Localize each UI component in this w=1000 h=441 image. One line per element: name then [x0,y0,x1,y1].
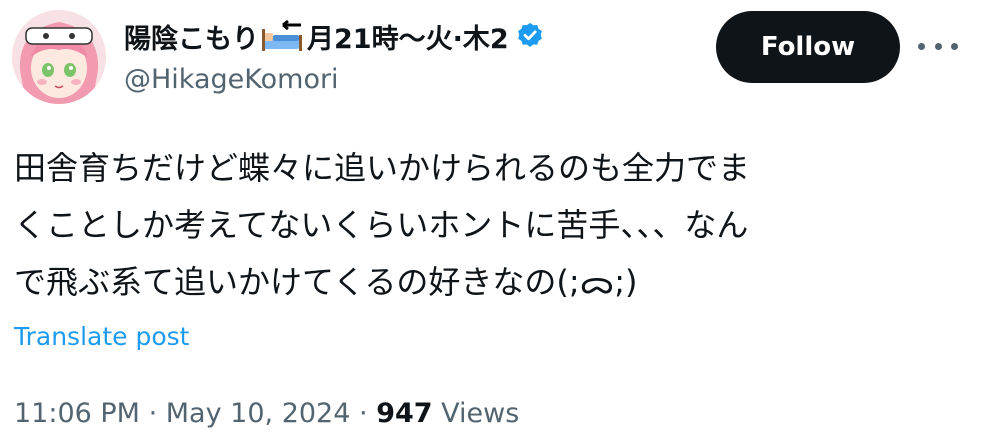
display-name-suffix: 月21時〜火·木2 [307,23,509,55]
separator: · [148,398,158,429]
verified-badge-icon[interactable] [515,21,545,51]
follow-button[interactable]: Follow [716,11,900,83]
user-handle[interactable]: @HikageKomori [124,64,339,95]
tweet-text-line: くことしか考えてないくらいホントに苦手、、、なん [14,206,749,244]
avatar[interactable] [12,10,106,104]
display-name[interactable]: 陽陰こもり 月21時〜火·木2 [124,14,545,58]
views-label: Views [441,398,520,429]
tweet-metadata: 11:06 PM · May 10, 2024 · 947 Views [14,398,519,429]
translate-post-link[interactable]: Translate post [14,322,189,351]
post-time[interactable]: 11:06 PM [14,398,140,429]
tweet-text-line: で飛ぶ系て追いかけてくるの好きなの(;ᯅ;) [14,263,638,301]
post-date[interactable]: May 10, 2024 [166,398,351,429]
tweet-text-line: 田舎育ちだけど蝶々に追いかけられるのも全力でま [14,149,751,187]
bed-back-emoji-icon [261,19,305,53]
display-name-prefix: 陽陰こもり [124,23,259,55]
views-count: 947 [376,398,433,429]
more-options-icon[interactable] [918,34,958,58]
separator: · [359,398,368,429]
tweet-text: 田舎育ちだけど蝶々に追いかけられるのも全力でま くことしか考えてないくらいホント… [14,140,974,311]
avatar-image [12,10,106,104]
